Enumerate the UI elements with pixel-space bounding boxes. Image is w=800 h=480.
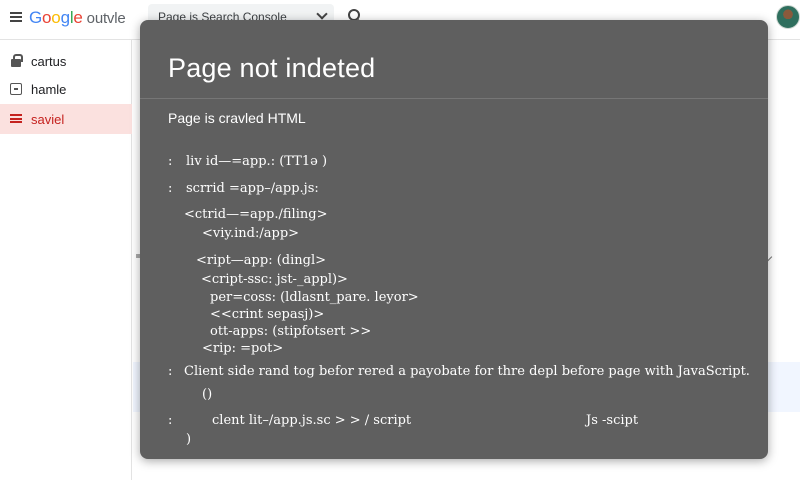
sidebar-item-label: cartus [31, 54, 67, 69]
code-line: <ript—app: (dingl> [196, 253, 327, 268]
code-line: clent lit–/app.js.sc > > / script [212, 413, 412, 428]
menu-icon[interactable] [10, 12, 22, 22]
dialog-divider [140, 98, 768, 99]
code-line: ott-apps: (stipfotsert >> [210, 324, 372, 339]
code-bullet: : [168, 413, 173, 428]
code-line: Client side rand tog befor rered a payob… [184, 364, 750, 379]
logo-suffix: outvle [86, 10, 126, 27]
sidebar-item-label: saviel [31, 112, 65, 127]
sidebar-item-label: hamle [31, 82, 67, 97]
code-line: liv id—=app.: (TT1ə ) [186, 154, 328, 169]
dialog-title: Page not indeted [168, 53, 376, 83]
sidebar-item-cartus[interactable]: cartus [0, 46, 132, 76]
code-line: <viy.ind:/app> [202, 226, 300, 241]
logo-letter: g [60, 8, 70, 27]
sidebar: cartus hamle saviel [0, 40, 132, 480]
code-line: Js -scipt [586, 413, 639, 428]
logo-letter: o [51, 8, 61, 27]
chevron-down-icon [316, 8, 328, 20]
sidebar-item-hamle[interactable]: hamle [0, 74, 132, 104]
logo-letter: G [29, 8, 43, 27]
avatar[interactable] [776, 5, 800, 29]
code-line: () [202, 387, 213, 402]
logo-letter: o [42, 8, 52, 27]
code-line: <rip: =pot> [202, 341, 284, 356]
lock-icon [10, 54, 23, 67]
product-logo[interactable]: Google outvle [29, 8, 126, 28]
code-line: ) [186, 432, 192, 447]
code-line: <cript-ssc: jst-_appl)> [201, 272, 348, 287]
dialog-subtitle: Page is cravled HTML [168, 110, 306, 126]
code-line: scrrid =app–/app.js: [186, 181, 319, 196]
code-bullet: : [168, 154, 173, 169]
box-icon [10, 83, 22, 95]
code-line: per=coss: (ldlasnt_pare. leyor> [210, 290, 419, 305]
code-bullet: : [168, 181, 173, 196]
list-icon [10, 114, 22, 123]
code-line: <ctrid—=app./filing> [184, 207, 328, 222]
page-not-indexed-dialog: Page not indeted Page is cravled HTML : … [140, 20, 768, 459]
sidebar-item-saviel[interactable]: saviel [0, 104, 132, 134]
logo-letter: e [73, 8, 83, 27]
code-bullet: : [168, 364, 173, 379]
code-line: <<crint sepasj)> [210, 307, 325, 322]
